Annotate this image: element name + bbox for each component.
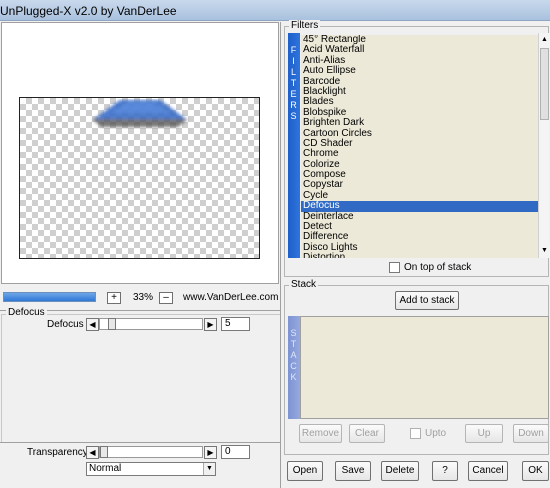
transparency-label: Transparency xyxy=(27,447,88,458)
defocus-value-field[interactable]: 5 xyxy=(221,317,250,331)
delete-button[interactable]: Delete xyxy=(381,461,419,481)
divider xyxy=(0,442,280,443)
filter-list-item[interactable]: Auto Ellipse xyxy=(301,65,538,76)
defocus-increase-button[interactable]: ▶ xyxy=(204,318,217,331)
filter-list-item[interactable]: Brighten Dark xyxy=(301,117,538,128)
filters-strip: FILTERS xyxy=(288,33,300,258)
chevron-down-icon[interactable]: ▼ xyxy=(203,463,215,475)
transparency-slider[interactable] xyxy=(99,446,203,458)
title-bar[interactable]: UnPlugged-X v2.0 by VanDerLee xyxy=(0,0,550,21)
separator xyxy=(280,22,281,488)
open-button[interactable]: Open xyxy=(287,461,323,481)
filter-list-item[interactable]: Deinterlace xyxy=(301,211,538,222)
filter-list[interactable]: 45° Rectangle Acid Waterfall Anti-Alias Aut… xyxy=(301,35,538,258)
defocus-slider-thumb[interactable] xyxy=(108,318,116,330)
down-button[interactable]: Down xyxy=(513,424,549,443)
zoom-out-button[interactable]: – xyxy=(159,292,173,304)
defocus-label: Defocus xyxy=(47,319,84,330)
filter-list-item[interactable]: Copystar xyxy=(301,180,538,191)
transparency-increase-button[interactable]: ▶ xyxy=(204,446,217,459)
on-top-label: On top of stack xyxy=(404,262,472,273)
transparency-slider-thumb[interactable] xyxy=(100,446,108,458)
defocused-shape xyxy=(92,100,188,127)
scroll-thumb[interactable] xyxy=(540,48,549,120)
defocus-decrease-button[interactable]: ◀ xyxy=(86,318,99,331)
transparency-decrease-button[interactable]: ◀ xyxy=(86,446,99,459)
filter-list-item[interactable]: Blacklight xyxy=(301,86,538,97)
ok-button[interactable]: OK xyxy=(522,461,549,481)
zoom-in-button[interactable]: + xyxy=(107,292,121,304)
filters-group-label: Filters xyxy=(289,20,321,31)
help-button[interactable]: ? xyxy=(432,461,458,481)
clear-button[interactable]: Clear xyxy=(349,424,385,443)
stack-group-label: Stack xyxy=(289,279,319,290)
zoom-level: 33% xyxy=(132,292,153,303)
add-to-stack-button[interactable]: Add to stack xyxy=(395,291,459,310)
preview-canvas[interactable] xyxy=(19,97,260,259)
filter-list-item[interactable]: Distortion xyxy=(301,252,538,258)
upto-label: Upto xyxy=(425,428,447,439)
upto-checkbox[interactable] xyxy=(410,428,421,439)
preview-panel[interactable] xyxy=(1,22,279,284)
blend-mode-select[interactable]: Normal ▼ xyxy=(86,462,216,476)
scroll-up-icon[interactable]: ▲ xyxy=(539,33,550,47)
transparency-value-field[interactable]: 0 xyxy=(221,445,250,459)
params-group-label: Defocus xyxy=(6,307,47,318)
remove-button[interactable]: Remove xyxy=(299,424,342,443)
save-button[interactable]: Save xyxy=(335,461,371,481)
stack-strip: STACK xyxy=(288,316,300,419)
on-top-checkbox[interactable] xyxy=(389,262,400,273)
website-link[interactable]: www.VanDerLee.com xyxy=(183,292,278,303)
progress-bar xyxy=(3,292,96,302)
params-group xyxy=(1,314,280,442)
window-title: UnPlugged-X v2.0 by VanDerLee xyxy=(0,4,177,18)
cancel-button[interactable]: Cancel xyxy=(468,461,508,481)
scroll-down-icon[interactable]: ▼ xyxy=(539,244,550,258)
up-button[interactable]: Up xyxy=(465,424,503,443)
stack-list[interactable] xyxy=(300,316,549,419)
blend-mode-value: Normal xyxy=(89,463,122,474)
filter-list-scrollbar[interactable]: ▲ ▼ xyxy=(538,33,550,258)
